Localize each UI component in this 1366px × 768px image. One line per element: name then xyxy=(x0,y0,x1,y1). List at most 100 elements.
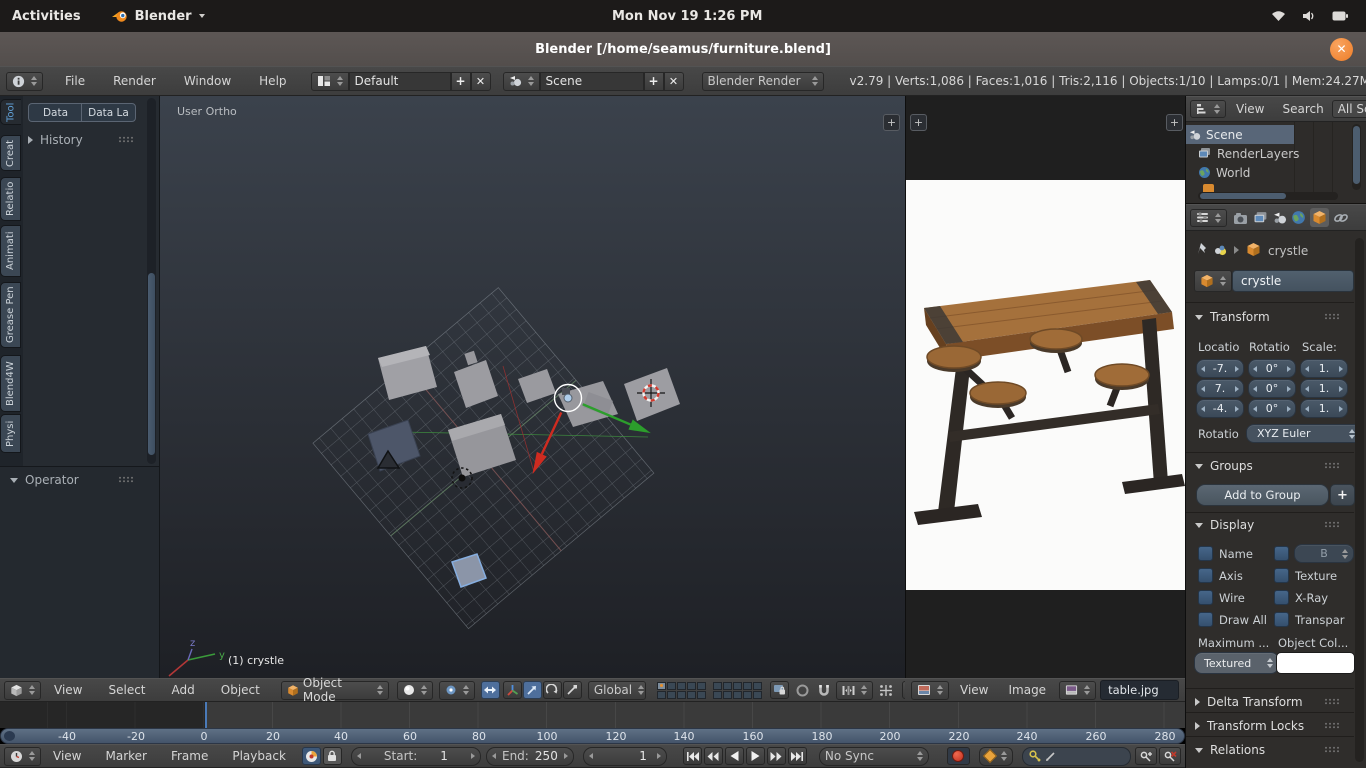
rotation-x-field[interactable]: 0° xyxy=(1248,359,1296,378)
scrollbar-thumb[interactable] xyxy=(1353,126,1360,184)
editor-type-button[interactable] xyxy=(6,71,43,91)
tab-constraints-icon[interactable] xyxy=(1333,211,1349,225)
sync-mode-select[interactable]: No Sync xyxy=(818,746,929,766)
menu-render[interactable]: Render xyxy=(113,74,156,88)
display-wire-checkbox[interactable] xyxy=(1198,590,1213,605)
panel-grip[interactable] xyxy=(1324,313,1340,320)
timeline-menu-marker[interactable]: Marker xyxy=(105,749,146,763)
snap-element-select[interactable] xyxy=(835,680,873,700)
object-color-swatch[interactable] xyxy=(1276,652,1355,674)
transform-panel-header[interactable]: Transform xyxy=(1195,309,1270,325)
auto-keyframe-record-button[interactable] xyxy=(946,747,970,765)
display-texture-checkbox[interactable] xyxy=(1274,568,1289,583)
scene-name[interactable]: Scene xyxy=(539,71,644,91)
breadcrumb-scene-icon[interactable] xyxy=(1214,244,1227,256)
pin-icon[interactable] xyxy=(1196,242,1209,256)
clock[interactable]: Mon Nov 19 1:26 PM xyxy=(612,9,762,24)
viewport-3d[interactable]: x y z User Ortho (1) crystle + xyxy=(160,96,905,678)
menu-window[interactable]: Window xyxy=(184,74,231,88)
screen-layout-add-button[interactable]: + xyxy=(450,71,471,91)
data-button[interactable]: Data xyxy=(28,103,82,122)
scene-delete-button[interactable]: ✕ xyxy=(663,71,684,91)
draw-type-select[interactable]: Textured xyxy=(1194,652,1279,674)
screen-layout-name[interactable]: Default xyxy=(348,71,451,91)
history-panel-header[interactable]: History xyxy=(28,133,83,147)
timeline-ruler[interactable]: -40 -20 0 20 40 60 80 100 120 140 160 18… xyxy=(0,728,1185,744)
timeline-menu-view[interactable]: View xyxy=(53,749,81,763)
location-z-field[interactable]: -4. xyxy=(1196,399,1244,418)
object-id-button[interactable] xyxy=(1194,270,1232,292)
display-bounds-checkbox[interactable] xyxy=(1274,546,1289,561)
outliner-row-world[interactable]: World xyxy=(1186,163,1346,182)
snap-toggle[interactable] xyxy=(818,684,830,697)
object-name-field[interactable]: crystle xyxy=(1232,270,1354,292)
delta-transform-panel-header[interactable]: Delta Transform xyxy=(1195,694,1303,710)
expand-region-button[interactable]: + xyxy=(883,114,900,131)
scene-add-button[interactable]: + xyxy=(643,71,664,91)
timeline-menu-frame[interactable]: Frame xyxy=(171,749,208,763)
tool-shelf-scrollbar[interactable] xyxy=(147,98,156,464)
rotate-manipulator-button[interactable] xyxy=(542,681,562,699)
viewport-canvas[interactable]: x y z xyxy=(160,96,905,678)
location-x-field[interactable]: -7. xyxy=(1196,359,1244,378)
data-layers-button[interactable]: Data La xyxy=(81,103,136,122)
insert-keyframe-button[interactable] xyxy=(1135,747,1157,765)
jump-to-start-button[interactable] xyxy=(682,747,702,765)
operator-panel-header[interactable]: Operator xyxy=(10,473,79,487)
scrollbar-thumb[interactable] xyxy=(1356,246,1363,694)
tab-relations[interactable]: Relatio xyxy=(0,177,21,221)
keyframe-type-select[interactable] xyxy=(978,746,1013,766)
proportional-edit-button[interactable] xyxy=(796,684,809,697)
pivot-point-select[interactable] xyxy=(438,680,475,700)
next-keyframe-button[interactable] xyxy=(766,747,786,765)
editor-type-button[interactable] xyxy=(4,746,41,766)
outliner-menu-view[interactable]: View xyxy=(1236,102,1264,116)
image-browse-button[interactable] xyxy=(1059,680,1097,700)
play-button[interactable] xyxy=(745,747,765,765)
scrollbar-thumb[interactable] xyxy=(1200,193,1286,199)
v3d-menu-select[interactable]: Select xyxy=(108,683,145,697)
editor-type-button[interactable] xyxy=(1190,208,1227,227)
scale-z-field[interactable]: 1. xyxy=(1300,399,1348,418)
scale-x-field[interactable]: 1. xyxy=(1300,359,1348,378)
image-editor[interactable]: + + xyxy=(905,96,1185,678)
tab-render-layers-icon[interactable] xyxy=(1253,211,1269,225)
breadcrumb-object-icon[interactable] xyxy=(1246,242,1261,257)
lock-time-cursor-toggle[interactable] xyxy=(322,747,342,765)
play-reverse-button[interactable] xyxy=(724,747,744,765)
snap-target-button[interactable] xyxy=(879,684,893,697)
panel-grip[interactable] xyxy=(1324,698,1340,705)
outliner-row-scene[interactable]: Scene xyxy=(1186,125,1294,144)
tab-object[interactable] xyxy=(1310,208,1329,227)
tab-render-icon[interactable] xyxy=(1233,211,1249,225)
menu-file[interactable]: File xyxy=(65,74,85,88)
panel-grip[interactable] xyxy=(1324,722,1340,729)
mode-select[interactable]: Object Mode xyxy=(280,676,389,704)
panel-grip[interactable] xyxy=(1324,746,1340,753)
v3d-menu-object[interactable]: Object xyxy=(221,683,260,697)
close-button[interactable]: ✕ xyxy=(1330,37,1353,61)
keying-set-field[interactable] xyxy=(1021,746,1131,766)
new-group-button[interactable]: + xyxy=(1330,484,1355,506)
app-menu[interactable]: Blender xyxy=(111,9,205,24)
display-axis-checkb[interactable] xyxy=(1198,568,1213,583)
timeline-menu-playback[interactable]: Playback xyxy=(232,749,286,763)
layers-widget[interactable] xyxy=(656,681,762,699)
jump-to-end-button[interactable] xyxy=(787,747,807,765)
v3d-menu-add[interactable]: Add xyxy=(172,683,195,697)
rotation-mode-select[interactable]: XYZ Euler xyxy=(1246,424,1362,443)
v3d-menu-view[interactable]: View xyxy=(54,683,82,697)
groups-panel-header[interactable]: Groups xyxy=(1195,458,1253,474)
translate-manipulator-button[interactable] xyxy=(522,681,542,699)
display-filter-select[interactable]: All Sc xyxy=(1331,100,1366,118)
previous-keyframe-button[interactable] xyxy=(703,747,723,765)
tab-tool[interactable]: Tool xyxy=(0,99,21,125)
outliner-h-scrollbar[interactable] xyxy=(1198,192,1338,200)
add-to-group-button[interactable]: Add to Group xyxy=(1196,484,1329,506)
menu-help[interactable]: Help xyxy=(259,74,286,88)
outliner-row-renderlayers[interactable]: RenderLayers xyxy=(1186,144,1346,163)
display-panel-header[interactable]: Display xyxy=(1195,517,1254,533)
manipulator-axes-button[interactable] xyxy=(502,681,522,699)
transform-orientation-select[interactable]: Global xyxy=(587,680,646,700)
editor-type-button[interactable] xyxy=(4,680,41,700)
